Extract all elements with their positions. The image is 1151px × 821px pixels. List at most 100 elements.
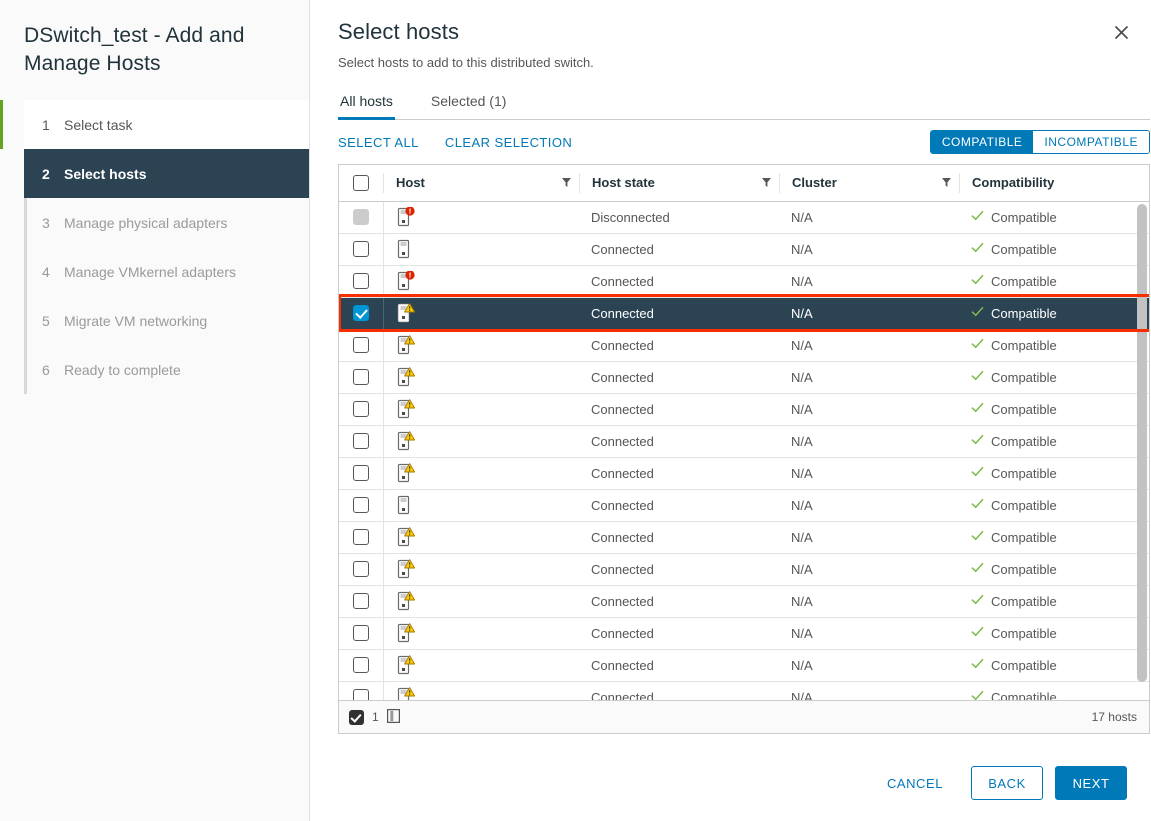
wizard-step-select-task[interactable]: 1 Select task	[24, 100, 309, 149]
row-checkbox-cell[interactable]	[339, 617, 383, 649]
header-host-state[interactable]: Host state	[579, 165, 779, 201]
wizard-step-manage-physical-adapters[interactable]: 3 Manage physical adapters	[24, 198, 309, 247]
filter-icon[interactable]	[942, 175, 951, 190]
filter-incompatible-button[interactable]: INCOMPATIBLE	[1033, 131, 1149, 153]
host-warning-icon	[396, 559, 414, 579]
row-checkbox-cell[interactable]	[339, 585, 383, 617]
host-warning-icon	[396, 687, 414, 700]
table-row[interactable]: ConnectedN/ACompatible	[339, 521, 1149, 553]
row-checkbox-cell[interactable]	[339, 425, 383, 457]
compatible-check-icon	[971, 529, 984, 545]
row-host-state: Connected	[579, 466, 779, 481]
row-checkbox-cell[interactable]	[339, 649, 383, 681]
row-checkbox-cell[interactable]	[339, 393, 383, 425]
compatible-check-icon	[971, 209, 984, 225]
table-row[interactable]: ConnectedN/ACompatible	[339, 329, 1149, 361]
row-checkbox-cell[interactable]	[339, 201, 383, 233]
row-select-checkbox[interactable]	[353, 625, 369, 641]
tab-selected-hosts[interactable]: Selected (1)	[429, 89, 508, 120]
row-checkbox-cell[interactable]	[339, 297, 383, 329]
table-row[interactable]: ConnectedN/ACompatible	[339, 617, 1149, 649]
scrollbar-thumb[interactable]	[1137, 204, 1147, 682]
row-checkbox-cell[interactable]	[339, 681, 383, 700]
row-checkbox-cell[interactable]	[339, 521, 383, 553]
filter-compatible-button[interactable]: COMPATIBLE	[931, 131, 1034, 153]
step-number: 3	[42, 215, 64, 231]
row-host-state-cell: Connected	[579, 553, 779, 585]
vertical-scrollbar[interactable]	[1137, 202, 1147, 696]
header-cluster[interactable]: Cluster	[779, 165, 959, 201]
row-host-cell	[383, 649, 579, 681]
row-cluster-cell: N/A	[779, 201, 959, 233]
row-select-checkbox[interactable]	[353, 369, 369, 385]
row-select-checkbox[interactable]	[353, 305, 369, 321]
row-select-checkbox[interactable]	[353, 433, 369, 449]
row-host-cell	[383, 457, 579, 489]
cancel-button[interactable]: CANCEL	[871, 766, 959, 800]
row-cluster-cell: N/A	[779, 521, 959, 553]
row-checkbox-cell[interactable]	[339, 457, 383, 489]
row-select-checkbox[interactable]	[353, 689, 369, 700]
table-row[interactable]: DisconnectedN/ACompatible	[339, 201, 1149, 233]
row-select-checkbox[interactable]	[353, 497, 369, 513]
table-row[interactable]: ConnectedN/ACompatible	[339, 585, 1149, 617]
table-row[interactable]: ConnectedN/ACompatible	[339, 297, 1149, 329]
row-cluster-cell: N/A	[779, 425, 959, 457]
row-host-state: Connected	[579, 338, 779, 353]
filter-icon[interactable]	[562, 175, 571, 190]
row-select-checkbox[interactable]	[353, 401, 369, 417]
row-checkbox-cell[interactable]	[339, 265, 383, 297]
next-button[interactable]: NEXT	[1055, 766, 1127, 800]
row-host-state-cell: Connected	[579, 585, 779, 617]
row-select-checkbox[interactable]	[353, 657, 369, 673]
filter-icon[interactable]	[762, 175, 771, 190]
back-button[interactable]: BACK	[971, 766, 1043, 800]
row-select-checkbox[interactable]	[353, 337, 369, 353]
clear-selection-button[interactable]: CLEAR SELECTION	[445, 135, 572, 150]
table-row[interactable]: ConnectedN/ACompatible	[339, 489, 1149, 521]
table-row[interactable]: ConnectedN/ACompatible	[339, 361, 1149, 393]
row-select-checkbox[interactable]	[353, 561, 369, 577]
wizard-step-select-hosts[interactable]: 2 Select hosts	[24, 149, 309, 198]
header-compatibility[interactable]: Compatibility	[959, 165, 1149, 201]
table-row[interactable]: ConnectedN/ACompatible	[339, 393, 1149, 425]
row-checkbox-cell[interactable]	[339, 553, 383, 585]
wizard-nav-pane: DSwitch_test - Add and Manage Hosts 1 Se…	[0, 0, 310, 821]
wizard-step-ready-to-complete[interactable]: 6 Ready to complete	[24, 345, 309, 394]
row-cluster-cell: N/A	[779, 329, 959, 361]
tab-all-hosts[interactable]: All hosts	[338, 89, 395, 120]
compatible-check-icon	[971, 369, 984, 385]
step-label: Manage VMkernel adapters	[64, 264, 236, 280]
wizard-step-migrate-vm-networking[interactable]: 5 Migrate VM networking	[24, 296, 309, 345]
table-row[interactable]: ConnectedN/ACompatible	[339, 649, 1149, 681]
table-row[interactable]: ConnectedN/ACompatible	[339, 425, 1149, 457]
row-checkbox-cell[interactable]	[339, 329, 383, 361]
row-host-cell	[383, 425, 579, 457]
row-checkbox-cell[interactable]	[339, 233, 383, 265]
close-icon[interactable]	[1107, 18, 1135, 46]
row-host-state-cell: Connected	[579, 265, 779, 297]
host-error-icon	[396, 207, 414, 227]
row-cluster-cell: N/A	[779, 681, 959, 700]
row-select-checkbox[interactable]	[353, 273, 369, 289]
row-checkbox-cell[interactable]	[339, 361, 383, 393]
dialog-actions: CANCEL BACK NEXT	[871, 766, 1127, 800]
row-select-checkbox[interactable]	[353, 465, 369, 481]
table-row[interactable]: ConnectedN/ACompatible	[339, 457, 1149, 489]
select-all-checkbox[interactable]	[353, 175, 369, 191]
row-select-checkbox[interactable]	[353, 529, 369, 545]
row-checkbox-cell[interactable]	[339, 489, 383, 521]
footer-selection-summary: 1	[349, 709, 400, 726]
select-all-button[interactable]: SELECT ALL	[338, 135, 419, 150]
table-row[interactable]: ConnectedN/ACompatible	[339, 265, 1149, 297]
columns-icon[interactable]	[387, 709, 400, 726]
table-row[interactable]: ConnectedN/ACompatible	[339, 681, 1149, 700]
row-host-state: Disconnected	[579, 210, 779, 225]
table-row[interactable]: ConnectedN/ACompatible	[339, 553, 1149, 585]
footer-selection-checkbox[interactable]	[349, 710, 364, 725]
wizard-step-manage-vmkernel-adapters[interactable]: 4 Manage VMkernel adapters	[24, 247, 309, 296]
table-row[interactable]: ConnectedN/ACompatible	[339, 233, 1149, 265]
header-host[interactable]: Host	[383, 165, 579, 201]
row-select-checkbox[interactable]	[353, 241, 369, 257]
row-select-checkbox[interactable]	[353, 593, 369, 609]
